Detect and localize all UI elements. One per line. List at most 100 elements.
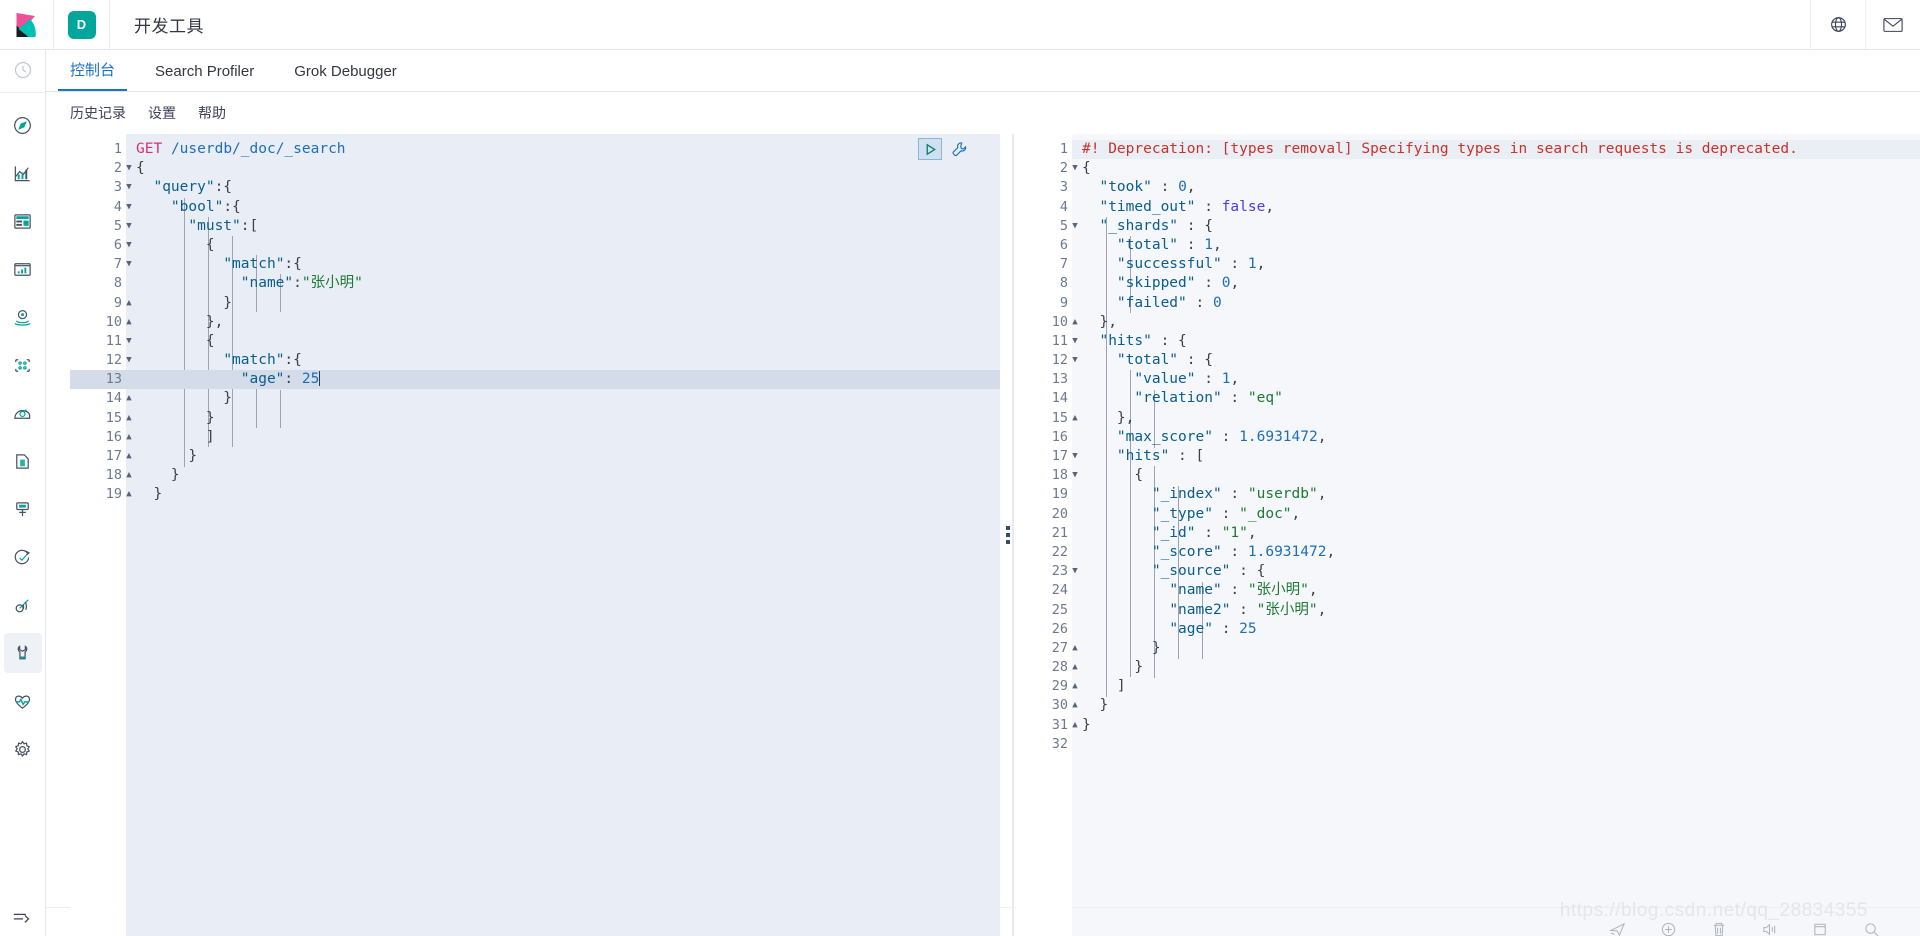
fold-open-icon[interactable]: ▼ (1069, 466, 1081, 485)
sidebar-item-discover[interactable] (4, 105, 42, 145)
code-line[interactable]: "successful" : 1, (1072, 255, 1920, 274)
sidebar-item-visualize[interactable] (4, 153, 42, 193)
fold-close-icon[interactable]: ▲ (123, 409, 135, 428)
code-line[interactable]: { (1072, 159, 1920, 178)
submenu-help[interactable]: 帮助 (198, 103, 226, 123)
sidebar-item-canvas[interactable] (4, 249, 42, 289)
sidebar-item-logs[interactable] (4, 441, 42, 481)
fold-open-icon[interactable]: ▼ (1069, 447, 1081, 466)
code-line[interactable]: "total" : 1, (1072, 236, 1920, 255)
code-line[interactable]: { (1072, 466, 1920, 485)
code-line[interactable]: } (126, 294, 1000, 313)
mail-icon[interactable] (1865, 0, 1920, 49)
collapse-nav-button[interactable] (0, 910, 45, 926)
code-line[interactable]: }, (126, 313, 1000, 332)
response-code-area[interactable]: #! Deprecation: [types removal] Specifyi… (1072, 134, 1920, 936)
sidebar-item-monitoring[interactable] (4, 681, 42, 721)
tab-grok-debugger[interactable]: Grok Debugger (282, 63, 409, 91)
code-line[interactable]: "failed" : 0 (1072, 294, 1920, 313)
fold-open-icon[interactable]: ▼ (123, 332, 135, 351)
fold-open-icon[interactable]: ▼ (123, 255, 135, 274)
code-line[interactable]: "name2" : "张小明", (1072, 601, 1920, 620)
fold-close-icon[interactable]: ▲ (123, 389, 135, 408)
sidebar-item-dev-tools[interactable] (3, 633, 42, 673)
response-editor[interactable]: 1 2 ▼ 3 4 5 ▼ 6 7 8 9 10 ▲ 11 ▼ 12 ▼ 13 14 15 ▲ 16 17 ▼ 18 ▼ 19 20 2… (1016, 134, 1920, 936)
response-line-numbers[interactable]: 1 2 ▼ 3 4 5 ▼ 6 7 8 9 10 ▲ 11 ▼ 12 ▼ 13 14 15 ▲ 16 17 ▼ 18 ▼ 19 20 2… (1016, 134, 1078, 936)
code-line[interactable]: "timed_out" : false, (1072, 198, 1920, 217)
code-line[interactable]: "_score" : 1.6931472, (1072, 543, 1920, 562)
code-line[interactable]: { (126, 159, 1000, 178)
fold-close-icon[interactable]: ▲ (1069, 639, 1081, 658)
fold-close-icon[interactable]: ▲ (123, 485, 135, 504)
code-line[interactable]: "total" : { (1072, 351, 1920, 370)
sidebar-item-infrastructure[interactable] (4, 393, 42, 433)
sidebar-item-siem[interactable] (4, 585, 42, 625)
fold-open-icon[interactable]: ▼ (1069, 351, 1081, 370)
code-line[interactable]: "_id" : "1", (1072, 524, 1920, 543)
fold-close-icon[interactable]: ▲ (1069, 696, 1081, 715)
code-line[interactable]: #! Deprecation: [types removal] Specifyi… (1072, 140, 1920, 160)
fold-close-icon[interactable]: ▲ (1069, 409, 1081, 428)
code-line[interactable]: "bool":{ (126, 198, 1000, 217)
code-line[interactable] (1072, 735, 1920, 754)
code-line[interactable]: { (126, 236, 1000, 255)
code-line[interactable]: ] (126, 428, 1000, 447)
fold-open-icon[interactable]: ▼ (123, 236, 135, 255)
sidebar-item-management[interactable] (4, 729, 42, 769)
fold-open-icon[interactable]: ▼ (1069, 159, 1081, 178)
tab-search-profiler[interactable]: Search Profiler (143, 63, 266, 91)
code-line[interactable]: "took" : 0, (1072, 178, 1920, 197)
submenu-settings[interactable]: 设置 (148, 103, 176, 123)
fold-close-icon[interactable]: ▲ (1069, 658, 1081, 677)
code-line[interactable]: "_index" : "userdb", (1072, 485, 1920, 504)
code-line[interactable]: "hits" : { (1072, 332, 1920, 351)
code-line[interactable]: } (126, 485, 1000, 504)
code-line[interactable]: "match":{ (126, 255, 1000, 274)
fold-open-icon[interactable]: ▼ (123, 178, 135, 197)
code-line[interactable]: } (1072, 658, 1920, 677)
fold-open-icon[interactable]: ▼ (1069, 332, 1081, 351)
code-line[interactable]: "skipped" : 0, (1072, 274, 1920, 293)
fold-close-icon[interactable]: ▲ (123, 313, 135, 332)
kibana-logo[interactable] (0, 0, 54, 49)
sidebar-item-uptime[interactable] (4, 537, 42, 577)
fold-close-icon[interactable]: ▲ (123, 428, 135, 447)
code-line[interactable]: } (126, 389, 1000, 408)
code-line[interactable]: } (126, 447, 1000, 466)
fold-open-icon[interactable]: ▼ (123, 198, 135, 217)
sidebar-item-machine-learning[interactable] (4, 345, 42, 385)
code-line[interactable]: "relation" : "eq" (1072, 389, 1920, 408)
code-line[interactable]: } (1072, 716, 1920, 735)
fold-close-icon[interactable]: ▲ (1069, 677, 1081, 696)
code-line[interactable]: { (126, 332, 1000, 351)
sidebar-item-dashboard[interactable] (4, 201, 42, 241)
fold-open-icon[interactable]: ▼ (123, 351, 135, 370)
pane-resize-handle[interactable] (1000, 134, 1016, 936)
sidebar-item-apm[interactable] (4, 489, 42, 529)
code-line[interactable]: "must":[ (126, 217, 1000, 236)
fold-close-icon[interactable]: ▲ (1069, 716, 1081, 735)
code-line[interactable]: } (126, 409, 1000, 428)
code-line[interactable]: "_shards" : { (1072, 217, 1920, 236)
code-line[interactable]: GET /userdb/_doc/_search (126, 140, 1000, 159)
code-line[interactable]: "name" : "张小明", (1072, 581, 1920, 600)
code-line[interactable]: }, (1072, 409, 1920, 428)
globe-help-icon[interactable] (1810, 0, 1865, 49)
send-request-button[interactable] (918, 138, 942, 160)
code-line[interactable]: }, (1072, 313, 1920, 332)
fold-close-icon[interactable]: ▲ (1069, 313, 1081, 332)
fold-open-icon[interactable]: ▼ (1069, 562, 1081, 581)
code-line[interactable]: ] (1072, 677, 1920, 696)
request-line-numbers[interactable]: 1 2 ▼ 3 ▼ 4 ▼ 5 ▼ 6 ▼ 7 ▼ 8 9 ▲ 10 ▲ 11 ▼ 12 ▼ 13 14 ▲ 15 ▲ 16 ▲ 17 ▲ 1… (70, 134, 132, 936)
fold-close-icon[interactable]: ▲ (123, 294, 135, 313)
fold-close-icon[interactable]: ▲ (123, 466, 135, 485)
code-line[interactable]: "query":{ (126, 178, 1000, 197)
code-line[interactable]: "hits" : [ (1072, 447, 1920, 466)
code-line[interactable]: "value" : 1, (1072, 370, 1920, 389)
code-line[interactable]: } (1072, 696, 1920, 715)
fold-close-icon[interactable]: ▲ (123, 447, 135, 466)
request-code-area[interactable]: GET /userdb/_doc/_search{ "query":{ "boo… (126, 134, 1000, 936)
sidebar-item-maps[interactable] (4, 297, 42, 337)
code-line[interactable]: } (1072, 639, 1920, 658)
code-line[interactable]: "age": 25 (126, 370, 1000, 390)
